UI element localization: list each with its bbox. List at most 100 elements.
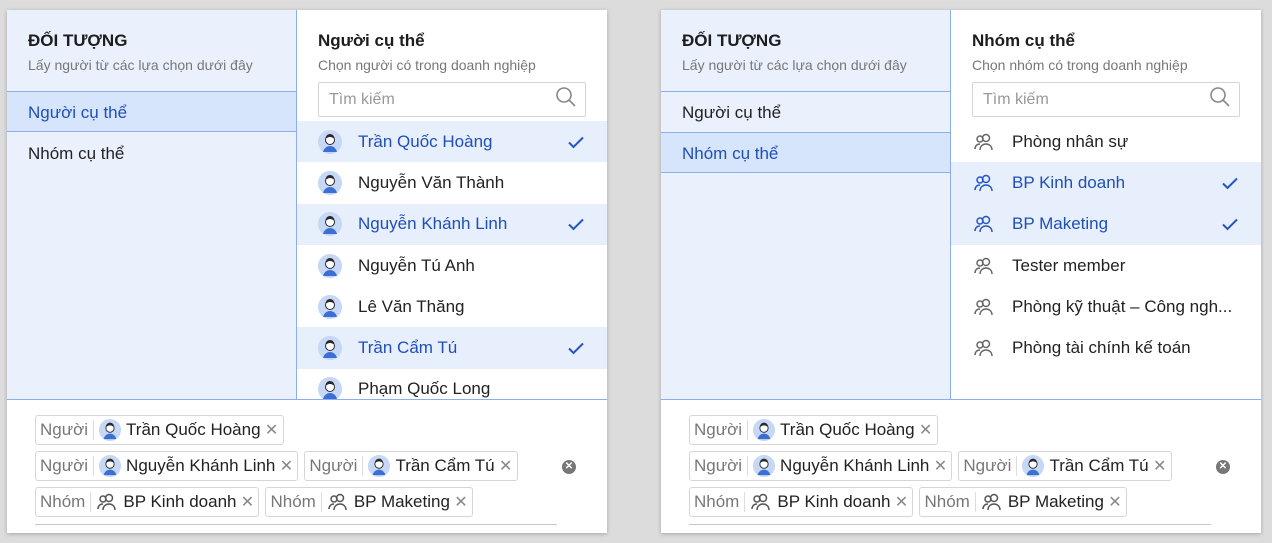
list-item[interactable]: BP Kinh doanh [951, 162, 1261, 204]
list-item[interactable]: Nguyễn Văn Thành [297, 162, 607, 203]
selected-chip: Người Trần Cẩm Tú ✕ [958, 451, 1172, 481]
group-icon [972, 130, 996, 154]
remove-chip-icon[interactable]: ✕ [265, 420, 279, 440]
picker-list: Phòng nhân sự BP Kinh doanh BP Maketing … [951, 121, 1261, 369]
search-box[interactable] [972, 82, 1240, 117]
sidebar: ĐỐI TƯỢNG Lấy người từ các lựa chọn dưới… [661, 10, 951, 399]
chip-name: Trần Cẩm Tú [1049, 456, 1149, 475]
selected-chip: Nhóm BP Kinh doanh ✕ [35, 487, 260, 517]
selected-chip: Nhóm BP Maketing ✕ [919, 487, 1127, 517]
list-item[interactable]: Phòng nhân sự [951, 121, 1261, 162]
remove-chip-icon[interactable]: ✕ [1153, 456, 1167, 476]
chip-type-label: Nhóm [924, 492, 976, 512]
list-item[interactable]: Phạm Quốc Long [297, 369, 607, 399]
chip-name: BP Kinh doanh [123, 492, 237, 511]
clear-all-icon[interactable]: ✕ [1216, 460, 1230, 474]
chip-name: BP Maketing [353, 492, 450, 511]
list-item[interactable]: Tester member [951, 245, 1261, 286]
check-icon [1220, 214, 1240, 234]
search-box[interactable] [318, 82, 586, 117]
chip-type-label: Người [694, 420, 749, 440]
search-icon[interactable] [1209, 86, 1231, 113]
avatar [99, 419, 122, 441]
chip-type-label: Người [963, 456, 1018, 476]
chip-name: BP Maketing [1007, 492, 1104, 511]
list-item-label: Lê Văn Thăng [358, 296, 465, 316]
avatar [318, 170, 342, 195]
check-icon [566, 338, 586, 358]
sidebar-title: ĐỐI TƯỢNG [682, 31, 782, 50]
picker-title: Nhóm cụ thể [972, 31, 1075, 50]
chip-type-label: Người [694, 456, 749, 476]
remove-chip-icon[interactable]: ✕ [240, 492, 254, 512]
avatar [99, 455, 122, 477]
selected-chip: Nhóm BP Maketing ✕ [265, 487, 473, 517]
chip-type-label: Người [40, 420, 95, 440]
list-item[interactable]: Trần Cẩm Tú [297, 327, 607, 369]
audience-picker-groups: ĐỐI TƯỢNG Lấy người từ các lựa chọn dưới… [661, 10, 1261, 533]
list-item-label: Nguyễn Tú Anh [358, 255, 475, 275]
avatar [368, 455, 391, 477]
sidebar-subtitle: Lấy người từ các lựa chọn dưới đây [682, 57, 907, 73]
chip-type-label: Người [40, 456, 95, 476]
sidebar: ĐỐI TƯỢNG Lấy người từ các lựa chọn dưới… [7, 10, 297, 399]
remove-chip-icon[interactable]: ✕ [1108, 492, 1122, 512]
group-icon [972, 212, 996, 236]
chip-type-label: Nhóm [270, 492, 322, 512]
remove-chip-icon[interactable]: ✕ [454, 492, 468, 512]
search-icon[interactable] [555, 86, 577, 113]
group-icon [972, 295, 996, 319]
avatar [318, 129, 342, 154]
picker-list-panel: Người cụ thể Chọn người có trong doanh n… [297, 10, 607, 399]
list-item-label: Phạm Quốc Long [358, 379, 491, 399]
list-item[interactable]: Lê Văn Thăng [297, 286, 607, 327]
check-icon [566, 132, 586, 152]
chip-name: Trần Quốc Hoàng [126, 420, 261, 439]
list-item-label: Phòng nhân sự [1012, 131, 1129, 151]
group-icon [327, 491, 349, 513]
remove-chip-icon[interactable]: ✕ [499, 456, 513, 476]
list-item-label: BP Kinh doanh [1012, 172, 1126, 192]
avatar [318, 377, 342, 399]
avatar [753, 455, 776, 477]
search-input[interactable] [983, 90, 1183, 109]
avatar [318, 212, 342, 237]
chip-name: Nguyễn Khánh Linh [126, 456, 276, 475]
check-icon [566, 214, 586, 234]
list-item[interactable]: BP Maketing [951, 203, 1261, 245]
picker-title: Người cụ thể [318, 31, 425, 50]
chip-type-label: Người [309, 456, 364, 476]
avatar [318, 253, 342, 278]
remove-chip-icon[interactable]: ✕ [279, 456, 293, 476]
sidebar-item-people[interactable]: Người cụ thể [7, 91, 296, 132]
picker-list: Trần Quốc Hoàng Nguyễn Văn Thành Nguyễn … [297, 121, 607, 399]
selected-chips-area: Người Trần Quốc Hoàng ✕ Người Nguyễn Khá… [661, 399, 1261, 533]
chip-type-label: Nhóm [40, 492, 92, 512]
chip-name: Trần Cẩm Tú [395, 456, 495, 475]
group-icon [750, 491, 772, 513]
remove-chip-icon[interactable]: ✕ [933, 456, 947, 476]
list-item[interactable]: Nguyễn Khánh Linh [297, 203, 607, 245]
group-icon [981, 491, 1003, 513]
audience-picker-people: ĐỐI TƯỢNG Lấy người từ các lựa chọn dưới… [7, 10, 607, 533]
list-item-label: Nguyễn Văn Thành [358, 172, 505, 192]
sidebar-item-groups[interactable]: Nhóm cụ thể [661, 132, 950, 173]
list-item[interactable]: Trần Quốc Hoàng [297, 121, 607, 163]
sidebar-item-people[interactable]: Người cụ thể [661, 91, 950, 132]
avatar [318, 336, 342, 361]
list-item[interactable]: Phòng tài chính kế toán [951, 327, 1261, 368]
group-icon [972, 171, 996, 195]
chip-name: BP Kinh doanh [777, 492, 891, 511]
sidebar-item-groups[interactable]: Nhóm cụ thể [7, 132, 296, 173]
list-item[interactable]: Nguyễn Tú Anh [297, 245, 607, 286]
remove-chip-icon[interactable]: ✕ [919, 420, 933, 440]
avatar [753, 419, 776, 441]
group-icon [96, 491, 118, 513]
remove-chip-icon[interactable]: ✕ [894, 492, 908, 512]
group-icon [972, 336, 996, 360]
clear-all-icon[interactable]: ✕ [562, 460, 576, 474]
list-item[interactable]: Phòng kỹ thuật – Công ngh... [951, 286, 1261, 327]
sidebar-title: ĐỐI TƯỢNG [28, 31, 128, 50]
search-input[interactable] [329, 90, 529, 109]
selected-chip: Người Trần Quốc Hoàng ✕ [689, 415, 938, 445]
